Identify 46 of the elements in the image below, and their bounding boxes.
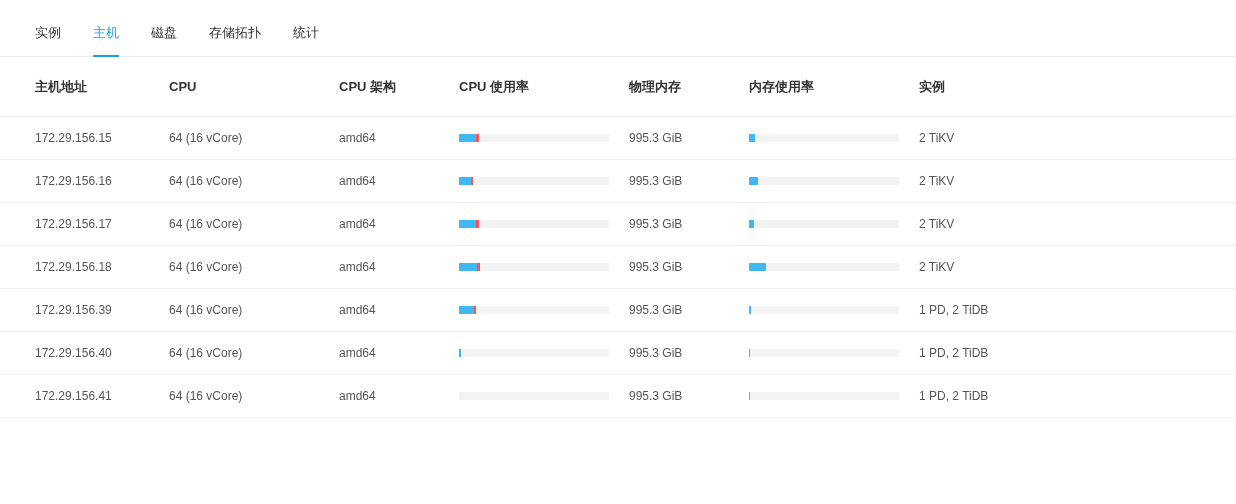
table-cell-text: 64 (16 vCore) — [169, 389, 244, 403]
table-cell-text: 2 TiKV — [919, 260, 956, 274]
table-cell-text: 995.3 GiB — [629, 131, 684, 145]
table-cell-text: amd64 — [339, 346, 377, 360]
tab[interactable]: 统计 — [293, 24, 319, 57]
table-cell-text: 64 (16 vCore) — [169, 303, 244, 317]
table-cell-text: 995.3 GiB — [629, 217, 684, 231]
table-cell-text: 995.3 GiB — [629, 389, 684, 403]
table-cell-text: 2 TiKV — [919, 217, 956, 231]
table-cell-text: 172.29.156.40 — [35, 346, 113, 360]
table-cell-text: 172.29.156.17 — [35, 217, 113, 231]
column-header: CPU 架构 — [339, 77, 398, 96]
table-cell-text: 64 (16 vCore) — [169, 346, 244, 360]
table-cell-text: 64 (16 vCore) — [169, 131, 244, 145]
tab[interactable]: 存储拓扑 — [209, 24, 261, 57]
tab[interactable]: 实例 — [35, 24, 61, 57]
column-header: CPU — [169, 79, 198, 94]
table-cell-text: 995.3 GiB — [629, 260, 684, 274]
table-cell-text: 995.3 GiB — [629, 174, 684, 188]
table-cell-text: 172.29.156.15 — [35, 131, 113, 145]
table-cell-text: 995.3 GiB — [629, 303, 684, 317]
table-cell-text: amd64 — [339, 217, 377, 231]
table-cell-text: amd64 — [339, 174, 377, 188]
table-cell-text: 1 PD, 2 TiDB — [919, 346, 990, 360]
table-cell-text: 2 TiKV — [919, 174, 956, 188]
table-cell-text: amd64 — [339, 131, 377, 145]
column-header: 主机地址 — [35, 77, 88, 96]
table-cell-text: 64 (16 vCore) — [169, 174, 244, 188]
column-header: 内存使用率 — [749, 77, 815, 96]
table-cell-text: 64 (16 vCore) — [169, 260, 244, 274]
table-cell-text: amd64 — [339, 389, 377, 403]
column-header: CPU 使用率 — [459, 77, 531, 96]
table-cell-text: 172.29.156.41 — [35, 389, 113, 403]
column-header: 实例 — [919, 77, 946, 96]
table-cell-text: 172.29.156.39 — [35, 303, 113, 317]
column-header: 物理内存 — [629, 77, 682, 96]
table-cell-text: 64 (16 vCore) — [169, 217, 244, 231]
table-cell-text: amd64 — [339, 260, 377, 274]
table-cell-text: 1 PD, 2 TiDB — [919, 303, 990, 317]
table-cell-text: 172.29.156.18 — [35, 260, 113, 274]
table-cell-text: amd64 — [339, 303, 377, 317]
tab[interactable]: 磁盘 — [151, 24, 177, 57]
table-cell-text: 995.3 GiB — [629, 346, 684, 360]
table-cell-text: 1 PD, 2 TiDB — [919, 389, 990, 403]
table-cell-text: 2 TiKV — [919, 131, 956, 145]
table-cell-text: 172.29.156.16 — [35, 174, 113, 188]
